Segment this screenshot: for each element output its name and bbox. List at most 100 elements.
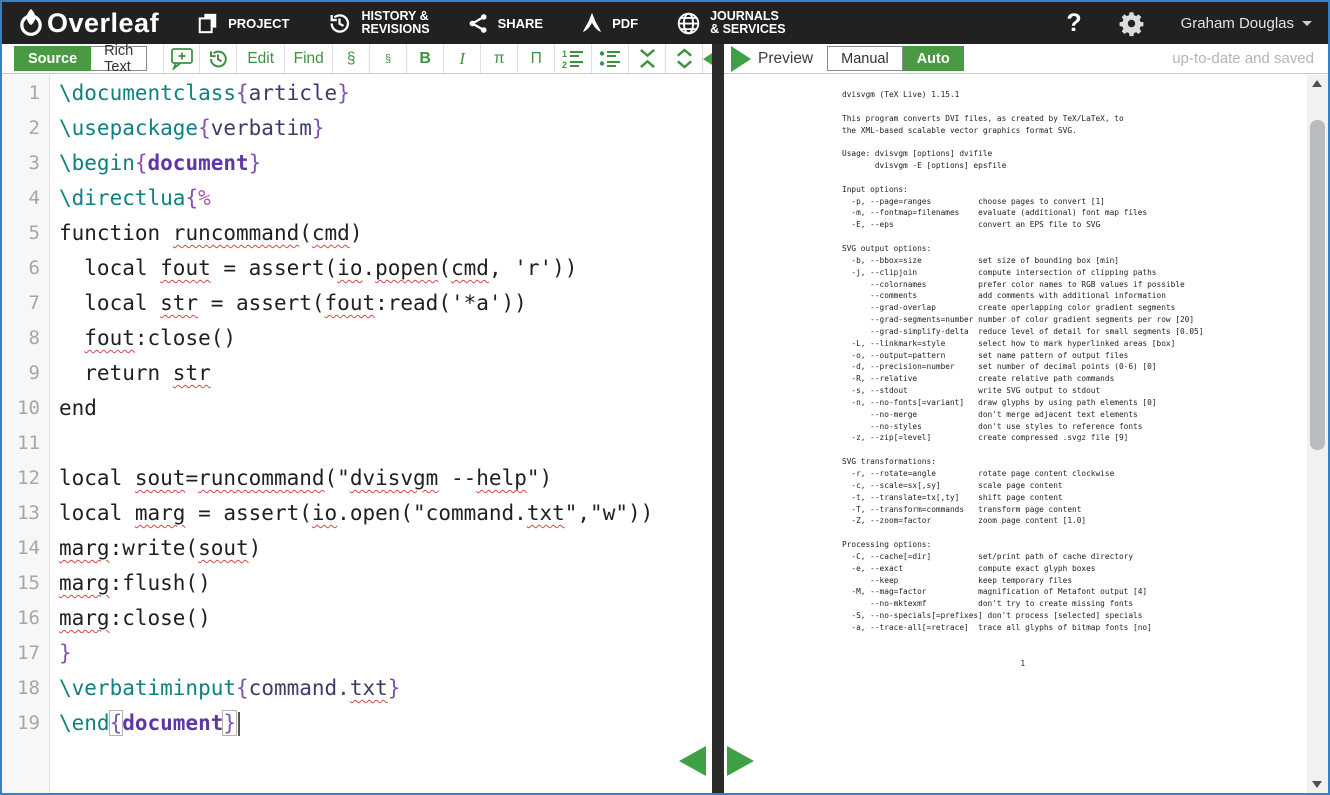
fold-all-button[interactable]: [629, 44, 666, 73]
preview-label: Preview: [758, 50, 813, 68]
numbered-list-button[interactable]: 12: [555, 44, 592, 73]
code-line[interactable]: \documentclass{article}: [59, 76, 712, 111]
nav-history-revisions[interactable]: HISTORY & REVISIONS: [327, 10, 429, 36]
unfold-all-button[interactable]: [666, 44, 703, 73]
line-number: 4: [2, 181, 49, 216]
add-comment-button[interactable]: [163, 44, 200, 73]
line-number: 5: [2, 216, 49, 251]
line-number: 13: [2, 496, 49, 531]
line-number: 9: [2, 356, 49, 391]
code-line[interactable]: \directlua{%: [59, 181, 712, 216]
expand-preview-bottom-triangle[interactable]: [727, 746, 754, 776]
code-line[interactable]: \begin{document}: [59, 146, 712, 181]
code-line[interactable]: \end{document}: [59, 706, 712, 741]
line-number: 11: [2, 426, 49, 461]
numbered-list-icon: 12: [562, 49, 584, 69]
leaf-icon: [18, 9, 44, 37]
line-number: 17: [2, 636, 49, 671]
nav-history-label-2: REVISIONS: [361, 23, 429, 36]
gear-icon[interactable]: [1118, 10, 1145, 37]
manual-compile-button[interactable]: Manual: [827, 46, 903, 71]
pdf-preview-pane: dvisvgm (TeX Live) 1.15.1 This program c…: [724, 75, 1328, 793]
line-number: 10: [2, 391, 49, 426]
code-line[interactable]: \usepackage{verbatim}: [59, 111, 712, 146]
code-line[interactable]: function runcommand(cmd): [59, 216, 712, 251]
auto-compile-button[interactable]: Auto: [903, 46, 964, 71]
scrollbar-up-icon[interactable]: [1312, 80, 1322, 87]
edit-menu-button[interactable]: Edit: [237, 44, 285, 73]
code-line[interactable]: return str: [59, 356, 712, 391]
help-icon[interactable]: ?: [1066, 9, 1081, 38]
bold-button[interactable]: B: [407, 44, 444, 73]
nav-share[interactable]: SHARE: [468, 13, 544, 34]
source-editor[interactable]: 12345678910111213141516171819 \documentc…: [2, 75, 712, 793]
project-icon: [197, 12, 219, 34]
nav-project[interactable]: PROJECT: [197, 12, 289, 34]
subsection-button[interactable]: §: [370, 44, 407, 73]
collapse-icon: [638, 48, 657, 69]
code-line[interactable]: local str = assert(fout:read('*a')): [59, 286, 712, 321]
nav-pdf-label: PDF: [612, 16, 638, 31]
code-line[interactable]: marg:flush(): [59, 566, 712, 601]
code-line[interactable]: marg:close(): [59, 601, 712, 636]
nav-journals-label-2: & SERVICES: [710, 23, 786, 36]
nav-pdf[interactable]: PDF: [581, 11, 638, 35]
share-icon: [468, 13, 489, 34]
svg-text:2: 2: [562, 60, 567, 69]
code-line[interactable]: local marg = assert(io.open("command.txt…: [59, 496, 712, 531]
code-lines[interactable]: \documentclass{article}\usepackage{verba…: [50, 75, 712, 793]
expand-preview-triangle[interactable]: [731, 46, 751, 72]
scrollbar-thumb[interactable]: [1310, 120, 1325, 450]
line-number: 18: [2, 671, 49, 706]
line-number: 7: [2, 286, 49, 321]
expand-icon: [675, 48, 694, 69]
line-number: 15: [2, 566, 49, 601]
add-comment-icon: [170, 47, 194, 70]
save-status: up-to-date and saved: [1172, 50, 1314, 67]
editor-toolbar-buttons: Edit Find § § B I π Π 12: [163, 44, 703, 73]
pane-divider[interactable]: [712, 44, 724, 793]
user-name: Graham Douglas: [1181, 15, 1294, 32]
logo-text: Overleaf: [47, 8, 159, 39]
user-menu[interactable]: Graham Douglas: [1181, 15, 1312, 32]
scrollbar-down-icon[interactable]: [1312, 781, 1322, 788]
line-number: 3: [2, 146, 49, 181]
italic-button[interactable]: I: [444, 44, 481, 73]
line-number: 16: [2, 601, 49, 636]
track-changes-button[interactable]: [200, 44, 237, 73]
mode-toggle: Source Rich Text: [14, 46, 147, 71]
line-number: 12: [2, 461, 49, 496]
overleaf-logo[interactable]: Overleaf: [18, 8, 159, 39]
code-line[interactable]: fout:close(): [59, 321, 712, 356]
inline-math-button[interactable]: π: [481, 44, 518, 73]
source-mode-button[interactable]: Source: [14, 46, 91, 71]
line-number: 14: [2, 531, 49, 566]
code-line[interactable]: \verbatiminput{command.txt}: [59, 671, 712, 706]
line-number: 6: [2, 251, 49, 286]
bullet-list-button[interactable]: [592, 44, 629, 73]
code-line[interactable]: }: [59, 636, 712, 671]
collapse-editor-bottom-triangle[interactable]: [679, 746, 706, 776]
rich-text-mode-button[interactable]: Rich Text: [91, 46, 147, 71]
section-button[interactable]: §: [333, 44, 370, 73]
display-math-button[interactable]: Π: [518, 44, 555, 73]
pdf-page-content: dvisvgm (TeX Live) 1.15.1 This program c…: [842, 89, 1203, 669]
find-button[interactable]: Find: [285, 44, 333, 73]
compile-mode-toggle: Manual Auto: [827, 46, 964, 71]
code-line[interactable]: local fout = assert(io.popen(cmd, 'r')): [59, 251, 712, 286]
code-line[interactable]: [59, 426, 712, 461]
nav-journals-services[interactable]: JOURNALS & SERVICES: [676, 10, 786, 36]
svg-text:1: 1: [562, 49, 567, 59]
history-icon: [327, 11, 352, 36]
track-changes-icon: [206, 47, 230, 71]
code-line[interactable]: marg:write(sout): [59, 531, 712, 566]
preview-scrollbar[interactable]: [1307, 75, 1328, 793]
nav-share-label: SHARE: [498, 16, 544, 31]
code-line[interactable]: end: [59, 391, 712, 426]
top-navbar: Overleaf PROJECT HISTORY & REVISIONS SHA…: [2, 2, 1328, 44]
line-number: 1: [2, 76, 49, 111]
line-number: 19: [2, 706, 49, 741]
line-gutter[interactable]: 12345678910111213141516171819: [2, 75, 50, 793]
code-line[interactable]: local sout=runcommand("dvisvgm --help"): [59, 461, 712, 496]
caret-down-icon: [1302, 21, 1312, 26]
